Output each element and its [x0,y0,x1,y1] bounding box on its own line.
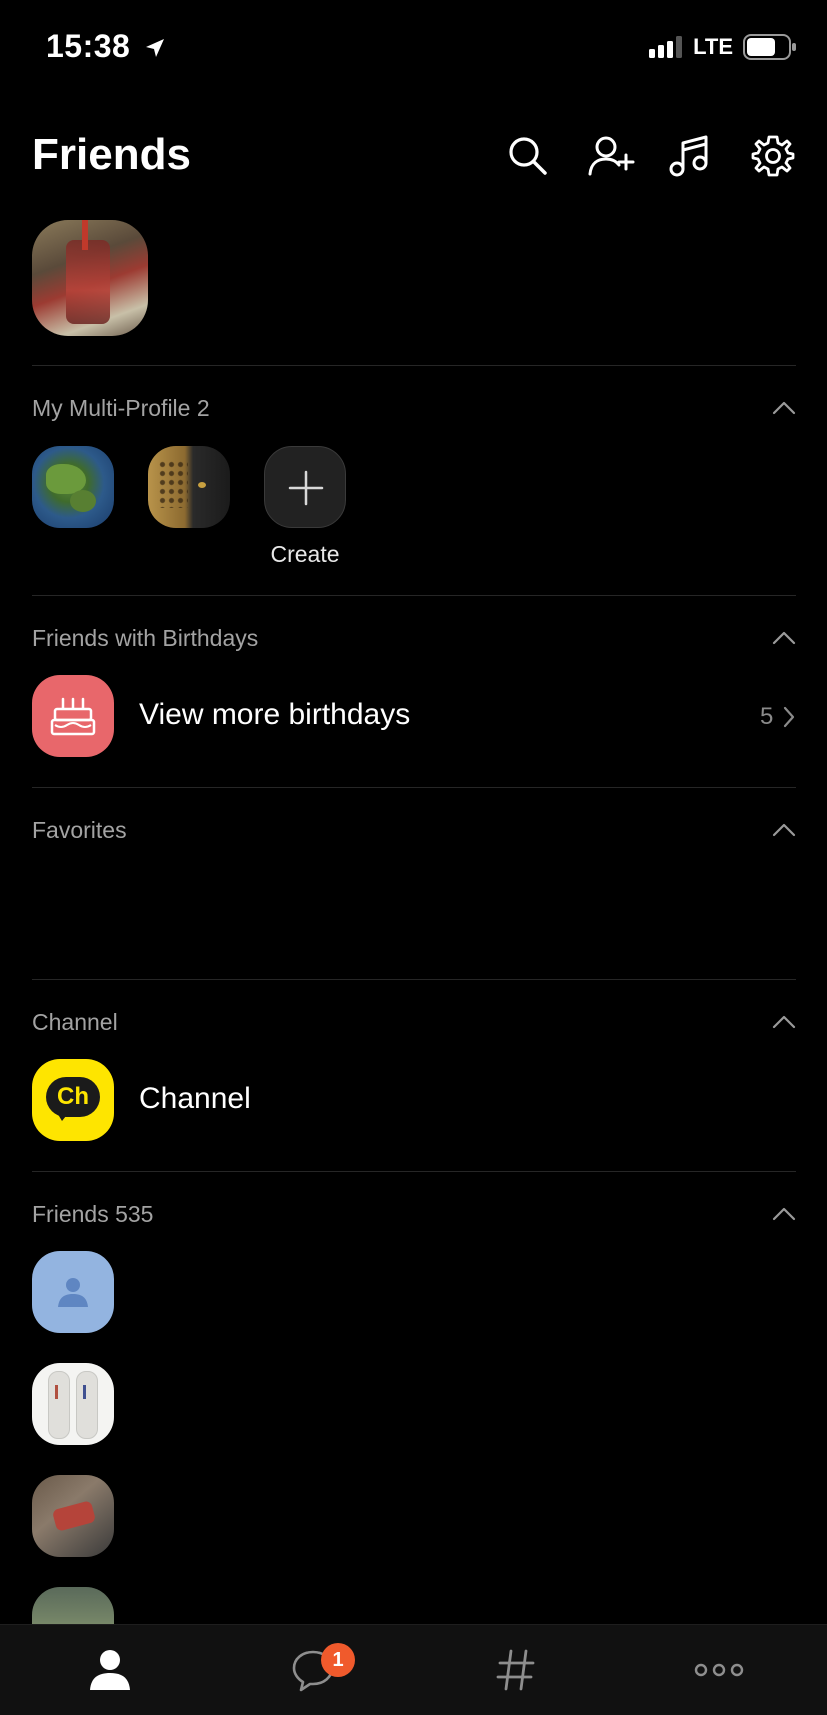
tab-chats[interactable] [253,1625,373,1715]
friends-section-title: Friends 535 [32,1201,154,1227]
divider [32,1171,796,1172]
channel-label: Channel [139,1082,251,1115]
multi-profile-earth-avatar[interactable] [32,446,114,528]
channel-logo: Ch [32,1059,114,1141]
battery-icon [743,34,796,60]
divider [32,787,796,788]
more-dots-icon [694,1663,744,1677]
friend-avatar-default[interactable] [32,1251,114,1333]
chevron-right-icon [783,706,795,728]
chevron-up-icon[interactable] [771,1014,797,1030]
search-button[interactable] [506,134,550,178]
person-icon [90,1650,130,1690]
tab-view[interactable] [456,1625,576,1715]
signal-icon [649,36,683,58]
create-profile-button[interactable] [264,446,346,528]
birthday-cake-icon [50,697,96,736]
chevron-up-icon[interactable] [771,630,797,646]
birthday-count: 5 [760,703,774,730]
divider [32,595,796,596]
music-icon [669,135,708,177]
settings-button[interactable] [751,134,795,178]
chats-unread-badge: 1 [321,1643,355,1677]
status-time: 15:38 [46,28,166,65]
friend-avatar-shoes[interactable] [32,1363,114,1445]
status-indicators: LTE [649,34,797,60]
view-more-birthdays-label: View more birthdays [139,698,411,731]
birthday-cake-avatar [32,675,114,757]
chevron-up-icon[interactable] [771,1206,797,1222]
plus-icon [288,470,324,506]
hashtag-icon [496,1649,535,1691]
create-profile-label: Create [270,541,340,567]
tab-bar [0,1624,827,1715]
location-arrow-icon [145,39,164,57]
multi-profile-jaguar-avatar[interactable] [148,446,230,528]
divider [32,979,796,980]
view-more-birthdays-row[interactable]: View more birthdays 5 [0,670,827,766]
chevron-up-icon[interactable] [771,400,797,416]
channel-section-title: Channel [32,1009,118,1035]
tab-friends[interactable] [50,1625,170,1715]
birthdays-section-title: Friends with Birthdays [32,625,259,651]
multi-profile-section-title: My Multi-Profile 2 [32,395,210,421]
chevron-up-icon[interactable] [771,822,797,838]
add-friend-button[interactable] [588,134,635,178]
time-text: 15:38 [46,28,131,64]
channel-logo-text: Ch [57,1083,89,1110]
add-friend-icon [588,136,635,176]
page-title: Friends [32,130,191,179]
search-icon [509,137,547,175]
gear-icon [751,135,795,177]
tab-more[interactable] [659,1625,779,1715]
music-button[interactable] [668,134,712,178]
divider [32,365,796,366]
network-label: LTE [693,34,733,59]
friend-avatar-photo[interactable] [32,1475,114,1557]
channel-row[interactable]: Ch Channel [0,1054,827,1150]
my-profile-avatar[interactable] [32,220,148,336]
favorites-section-title: Favorites [32,817,127,843]
person-icon [58,1278,88,1307]
